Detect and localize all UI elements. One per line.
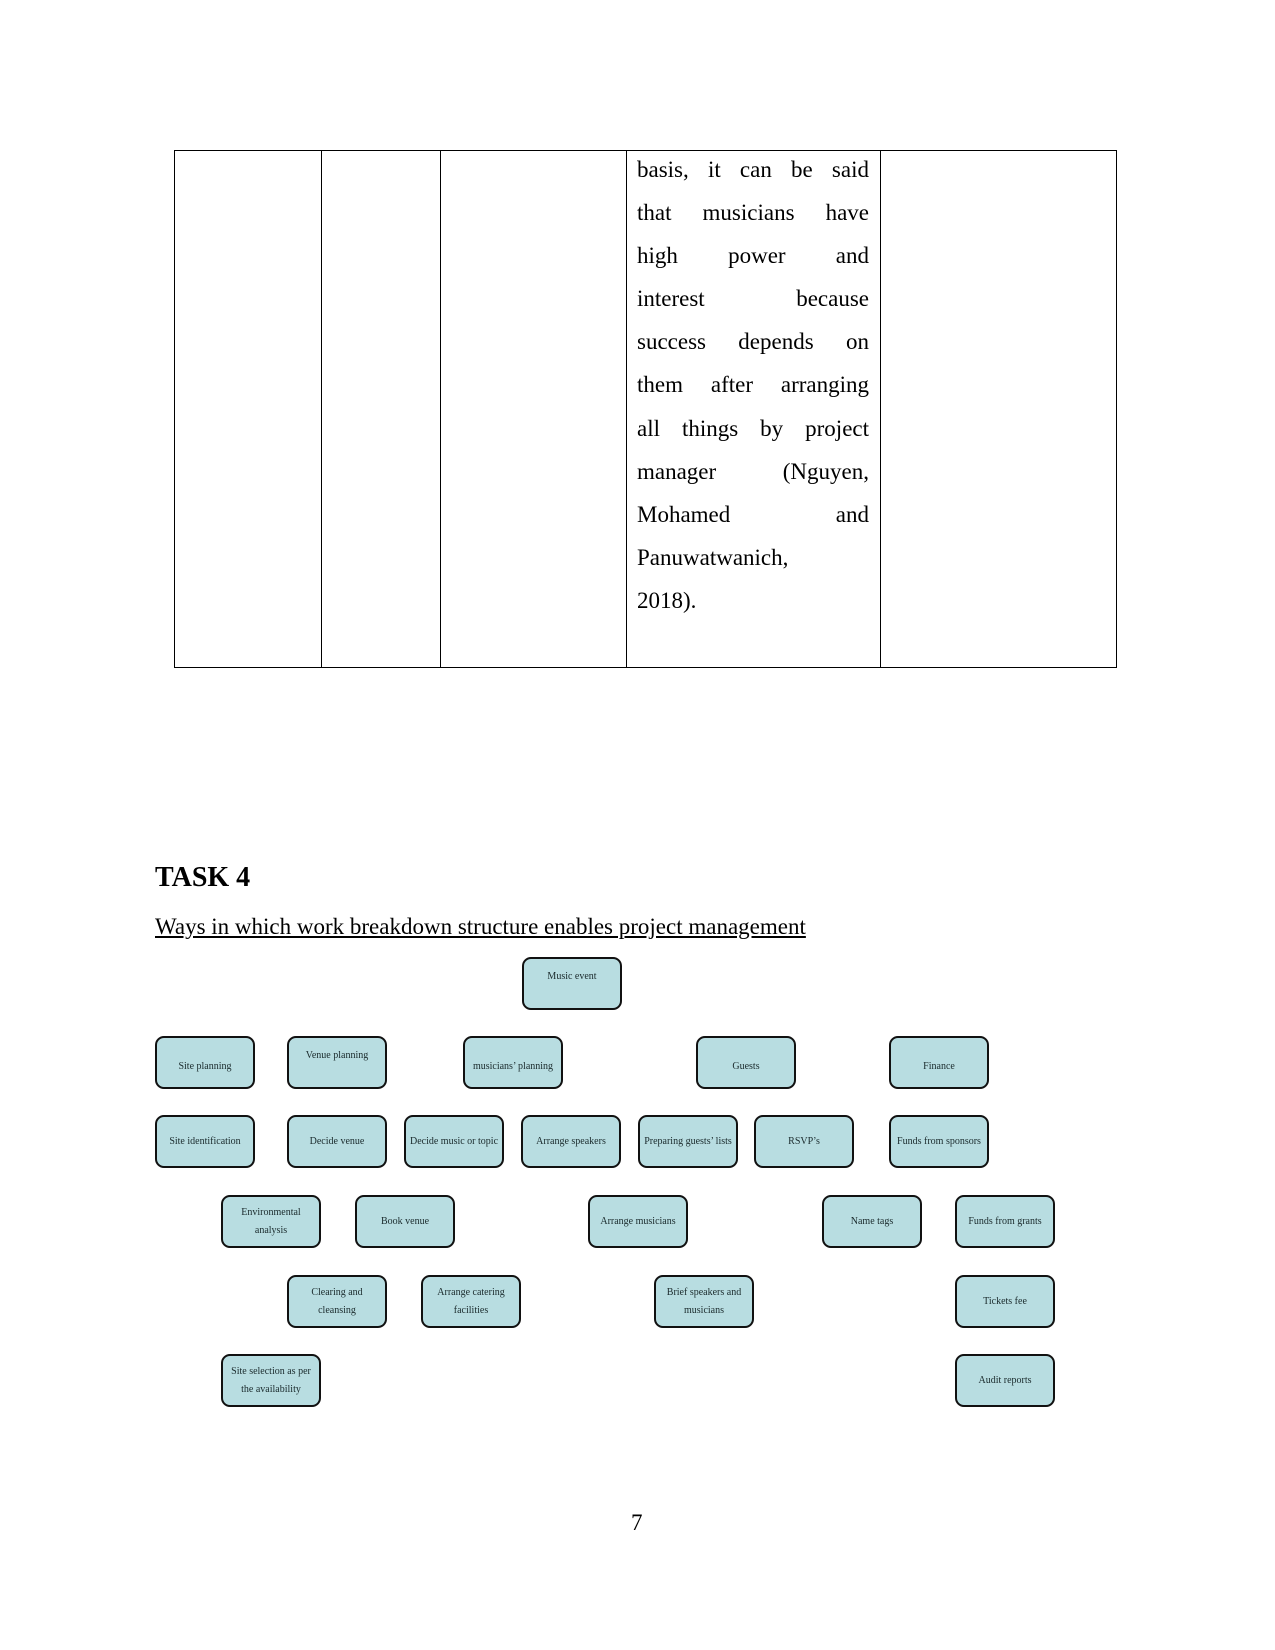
wbs-node-finance: Finance — [889, 1036, 989, 1089]
wbs-node-site-selection: Site selection as per the availability — [221, 1354, 321, 1407]
table-cell-text: basis, it can be said that musicians hav… — [637, 148, 869, 622]
wbs-node-audit-reports: Audit reports — [955, 1354, 1055, 1407]
table-column-3 — [440, 151, 627, 667]
cell-line: interest because — [637, 286, 869, 312]
wbs-node-funds-sponsors: Funds from sponsors — [889, 1115, 989, 1168]
wbs-node-clearing-cleansing: Clearing and cleansing — [287, 1275, 387, 1328]
cell-line: success depends on — [637, 329, 869, 355]
cell-line: manager (Nguyen, — [637, 458, 869, 484]
table-column-2 — [321, 151, 441, 667]
wbs-node-venue-planning: Venue planning — [287, 1036, 387, 1089]
wbs-node-brief-speakers: Brief speakers and musicians — [654, 1275, 754, 1328]
wbs-node-preparing-guest-lists: Preparing guests’ lists — [638, 1115, 738, 1168]
wbs-node-site-planning: Site planning — [155, 1036, 255, 1089]
page-number: 7 — [631, 1510, 643, 1535]
table-column-1 — [175, 151, 322, 667]
wbs-node-book-venue: Book venue — [355, 1195, 455, 1248]
wbs-node-site-identification: Site identification — [155, 1115, 255, 1168]
cell-line: that musicians have — [637, 200, 869, 226]
cell-line: high power and — [637, 243, 869, 269]
section-subtitle: Ways in which work breakdown structure e… — [155, 914, 806, 939]
cell-line: Mohamed and — [637, 501, 869, 527]
cell-line: all things by project — [637, 415, 869, 441]
wbs-node-musicians-planning: musicians’ planning — [463, 1036, 563, 1089]
wbs-node-arrange-speakers: Arrange speakers — [521, 1115, 621, 1168]
wbs-node-tickets-fee: Tickets fee — [955, 1275, 1055, 1328]
cell-line: basis, it can be said — [637, 157, 869, 182]
cell-line: Panuwatwanich, — [637, 544, 789, 570]
wbs-node-name-tags: Name tags — [822, 1195, 922, 1248]
wbs-node-funds-grants: Funds from grants — [955, 1195, 1055, 1248]
cell-line: 2018). — [637, 587, 697, 613]
wbs-node-arrange-musicians: Arrange musicians — [588, 1195, 688, 1248]
wbs-node-decide-venue: Decide venue — [287, 1115, 387, 1168]
cell-line: them after arranging — [637, 372, 869, 398]
wbs-node-environmental-analysis: Environmental analysis — [221, 1195, 321, 1248]
wbs-node-guests: Guests — [696, 1036, 796, 1089]
task-heading: TASK 4 — [155, 862, 251, 893]
wbs-node-arrange-catering: Arrange catering facilities — [421, 1275, 521, 1328]
wbs-node-decide-music: Decide music or topic — [404, 1115, 504, 1168]
wbs-node-rsvps: RSVP’s — [754, 1115, 854, 1168]
wbs-node-music-event: Music event — [522, 957, 622, 1010]
